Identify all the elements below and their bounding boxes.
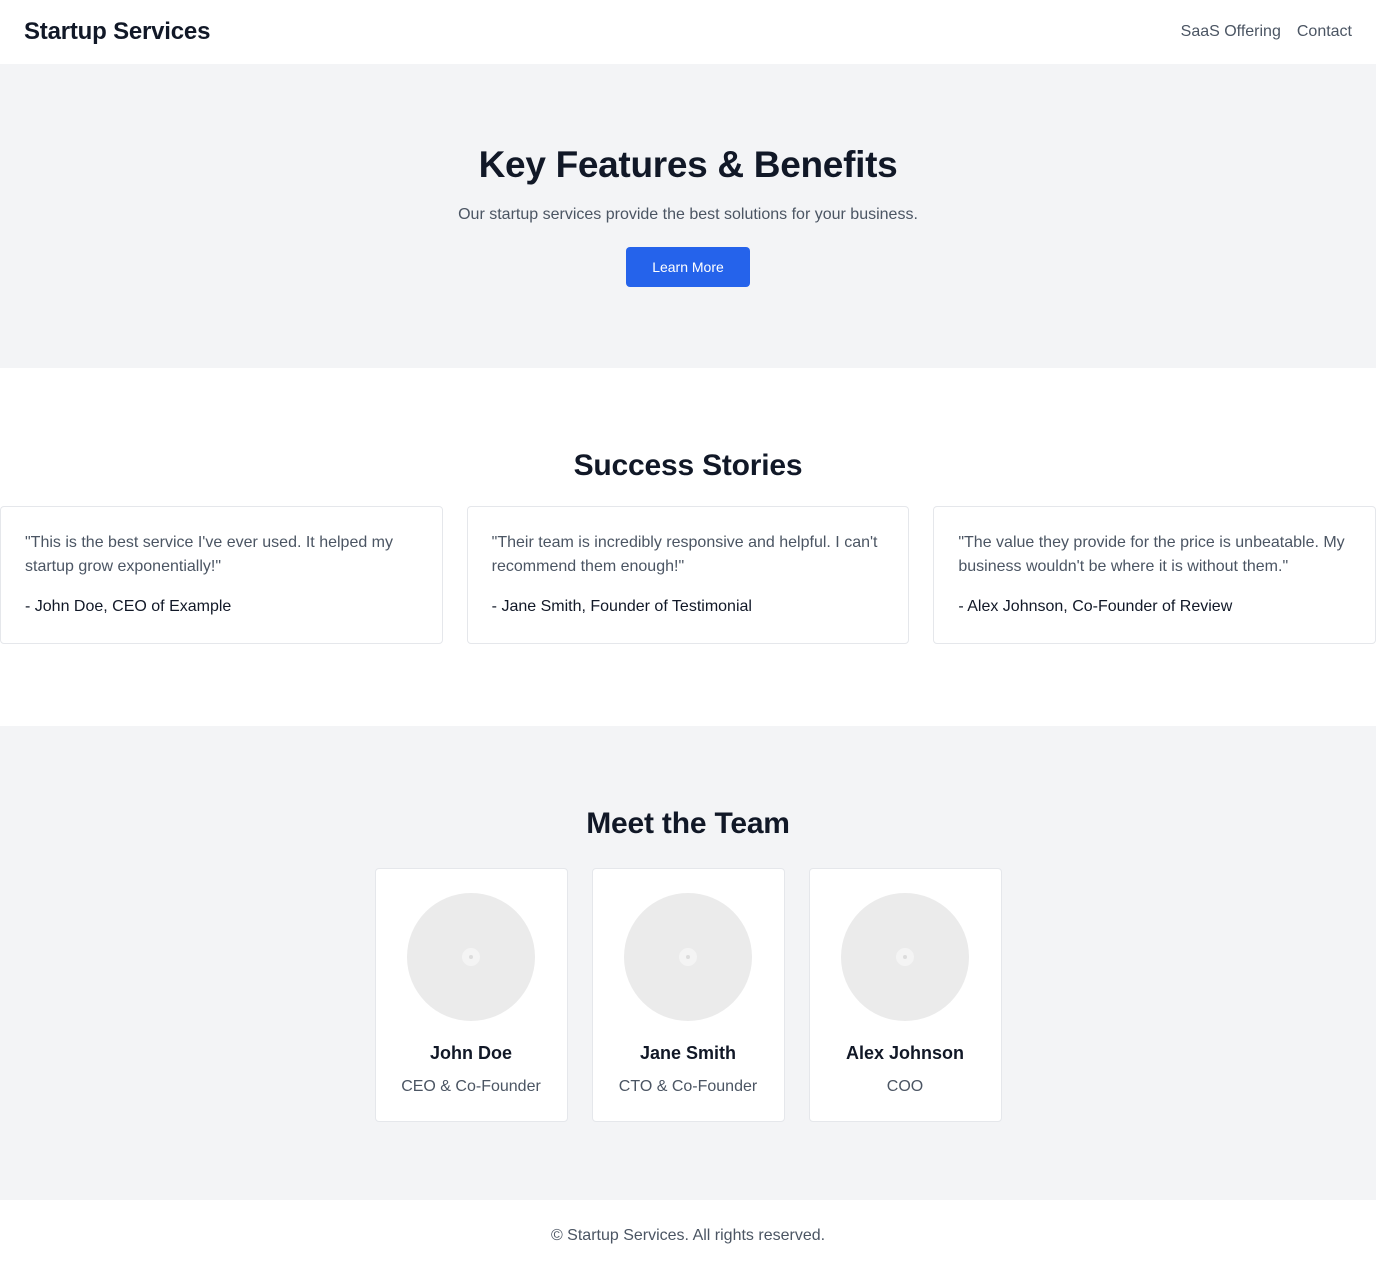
nav-link-contact[interactable]: Contact	[1297, 23, 1352, 41]
image-placeholder-icon	[679, 948, 697, 966]
hero-title: Key Features & Benefits	[478, 144, 898, 185]
nav-link-saas-offering[interactable]: SaaS Offering	[1181, 23, 1281, 41]
site-footer: © Startup Services. All rights reserved.	[0, 1200, 1376, 1272]
team-member-name: Jane Smith	[639, 1043, 737, 1063]
team-member-card: Jane Smith CTO & Co-Founder	[591, 868, 785, 1122]
team-title: Meet the Team	[586, 807, 790, 840]
learn-more-button[interactable]: Learn More	[626, 247, 750, 287]
team-member-name: John Doe	[429, 1043, 512, 1063]
testimonial-grid: "This is the best service I've ever used…	[0, 506, 1376, 644]
avatar	[407, 893, 535, 1021]
testimonial-author: - John Doe, CEO of Example	[25, 598, 232, 615]
testimonial-quote: "Their team is incredibly responsive and…	[491, 534, 878, 575]
main-nav: SaaS Offering Contact	[1181, 23, 1352, 41]
avatar	[624, 893, 752, 1021]
image-placeholder-icon	[896, 948, 914, 966]
team-member-role: CEO & Co-Founder	[401, 1078, 541, 1095]
hero-subtitle: Our startup services provide the best so…	[458, 206, 918, 223]
hero-section: Key Features & Benefits Our startup serv…	[0, 64, 1376, 368]
testimonial-quote: "This is the best service I've ever used…	[25, 534, 394, 575]
testimonials-title: Success Stories	[573, 449, 803, 482]
testimonial-card: "Their team is incredibly responsive and…	[466, 506, 910, 644]
team-member-card: John Doe CEO & Co-Founder	[374, 868, 568, 1122]
team-member-name: Alex Johnson	[845, 1043, 965, 1063]
team-section: Meet the Team John Doe CEO & Co-Founder …	[0, 726, 1376, 1200]
testimonial-author: - Alex Johnson, Co-Founder of Review	[958, 598, 1233, 615]
team-member-role: CTO & Co-Founder	[618, 1078, 758, 1095]
footer-copyright: © Startup Services. All rights reserved.	[550, 1227, 826, 1244]
site-header: Startup Services SaaS Offering Contact	[0, 0, 1376, 64]
brand-logo[interactable]: Startup Services	[24, 18, 210, 46]
team-member-card: Alex Johnson COO	[808, 868, 1002, 1122]
testimonial-card: "This is the best service I've ever used…	[0, 506, 443, 644]
team-member-role: COO	[886, 1078, 924, 1095]
testimonial-card: "The value they provide for the price is…	[933, 506, 1376, 644]
testimonial-author: - Jane Smith, Founder of Testimonial	[491, 598, 752, 615]
avatar	[841, 893, 969, 1021]
team-grid: John Doe CEO & Co-Founder Jane Smith CTO…	[0, 868, 1376, 1122]
testimonials-section: Success Stories "This is the best servic…	[0, 368, 1376, 726]
testimonial-quote: "The value they provide for the price is…	[958, 534, 1345, 575]
image-placeholder-icon	[462, 948, 480, 966]
